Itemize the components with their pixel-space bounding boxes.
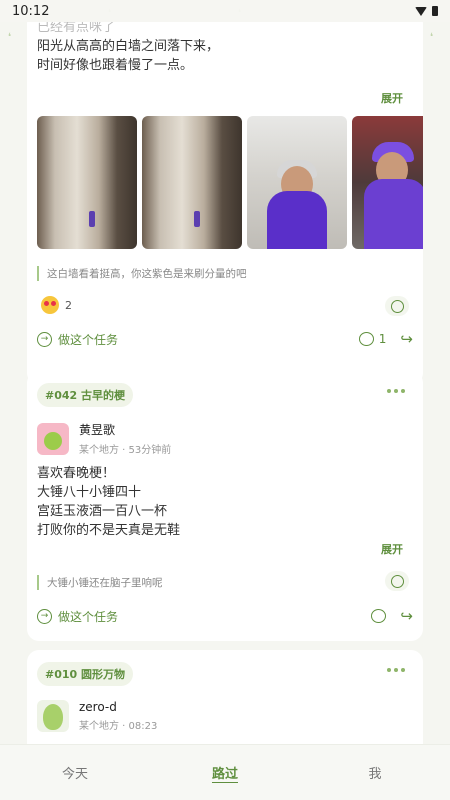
heart-eyes-emoji-icon (41, 296, 59, 314)
more-options-icon[interactable] (387, 668, 405, 672)
post-card: 已经有点咪了 阳光从高高的白墙之间落下来， 时间好像也跟着慢了一点。 展开 这白… (27, 22, 423, 385)
arrow-right-circle-icon: → (37, 331, 52, 347)
do-task-button[interactable]: → 做这个任务 (37, 331, 118, 348)
expand-button[interactable]: 展开 (381, 90, 403, 106)
battery-icon (432, 6, 438, 16)
author-info[interactable]: zero-d 某个地方 · 08:23 (37, 700, 157, 732)
do-task-label: 做这个任务 (58, 332, 119, 347)
topic-tag[interactable]: #042 古早的梗 (37, 383, 134, 407)
comment-bubble-icon[interactable] (371, 609, 387, 623)
author-meta: 某个地方 · 08:23 (79, 721, 158, 732)
avatar[interactable] (37, 422, 69, 455)
do-task-button[interactable]: → 做这个任务 (37, 608, 118, 625)
post-text-line: 大锤八十小锤四十 (37, 485, 142, 500)
post-photo[interactable] (247, 116, 347, 249)
reaction-summary[interactable]: 2 (41, 296, 72, 314)
post-photo[interactable] (37, 116, 137, 249)
post-text-line: 已经有点咪了 (37, 22, 116, 35)
expand-button[interactable]: 展开 (381, 541, 403, 557)
add-reaction-button[interactable] (385, 571, 409, 591)
comment-button[interactable]: 1 (358, 332, 387, 346)
tab-today[interactable]: 今天 (15, 763, 135, 782)
share-icon[interactable]: ↪ (400, 607, 413, 625)
comment-preview[interactable]: 大锤小锤还在脑子里响呢 (37, 575, 163, 590)
author-meta: 某个地方 · 53分钟前 (79, 445, 172, 456)
post-body: 已经有点咪了 阳光从高高的白墙之间落下来， 时间好像也跟着慢了一点。 (27, 22, 423, 75)
post-card: #042 古早的梗 黄昱歌 某个地方 · 53分钟前 喜欢春晚梗！ 大锤八十小锤… (27, 371, 423, 641)
reaction-count: 2 (65, 298, 72, 312)
do-task-label: 做这个任务 (58, 609, 119, 624)
avatar[interactable] (37, 700, 69, 732)
more-options-icon[interactable] (387, 389, 405, 393)
post-photo[interactable] (142, 116, 242, 249)
add-reaction-button[interactable] (385, 296, 409, 316)
arrow-right-circle-icon: → (37, 608, 52, 624)
wifi-icon (415, 6, 427, 16)
post-text-line: 时间好像也跟着慢了一点。 (37, 58, 194, 73)
post-card: #010 圆形万物 zero-d 某个地方 · 08:23 (27, 650, 423, 744)
tab-me[interactable]: 我 (315, 763, 435, 782)
author-name: zero-d (79, 700, 117, 714)
status-time: 10:12 (12, 3, 50, 19)
share-icon[interactable]: ↪ (400, 330, 413, 348)
status-icons (415, 6, 438, 16)
bottom-tab-bar: 今天 路过 我 (0, 744, 450, 800)
status-bar: 10:12 (0, 0, 450, 22)
smiley-plus-icon (390, 299, 404, 313)
tab-passing-by[interactable]: 路过 (165, 763, 285, 782)
photo-strip[interactable] (37, 116, 423, 249)
post-text-line: 阳光从高高的白墙之间落下来， (37, 39, 220, 54)
author-name: 黄昱歌 (79, 423, 116, 437)
comment-count: 1 (378, 332, 387, 346)
post-text-line: 喜欢春晚梗！ (37, 466, 116, 481)
comment-bubble-icon (358, 332, 374, 346)
feed[interactable]: 已经有点咪了 阳光从高高的白墙之间落下来， 时间好像也跟着慢了一点。 展开 这白… (0, 22, 450, 744)
comment-preview[interactable]: 这白墙看着挺高，你这紫色是来刷分量的吧 (37, 266, 247, 281)
topic-tag[interactable]: #010 圆形万物 (37, 662, 134, 686)
post-text-line: 宫廷玉液酒一百八一杯 (37, 504, 168, 519)
post-body: 喜欢春晚梗！ 大锤八十小锤四十 宫廷玉液酒一百八一杯 打败你的不是天真是无鞋 (27, 464, 423, 540)
post-text-line: 打败你的不是天真是无鞋 (37, 523, 181, 538)
author-info[interactable]: 黄昱歌 某个地方 · 53分钟前 (37, 421, 171, 456)
post-actions: → 做这个任务 ↪ (37, 607, 413, 625)
post-actions: → 做这个任务 1 ↪ (37, 330, 413, 348)
smiley-plus-icon (390, 574, 404, 588)
post-photo[interactable] (352, 116, 423, 249)
